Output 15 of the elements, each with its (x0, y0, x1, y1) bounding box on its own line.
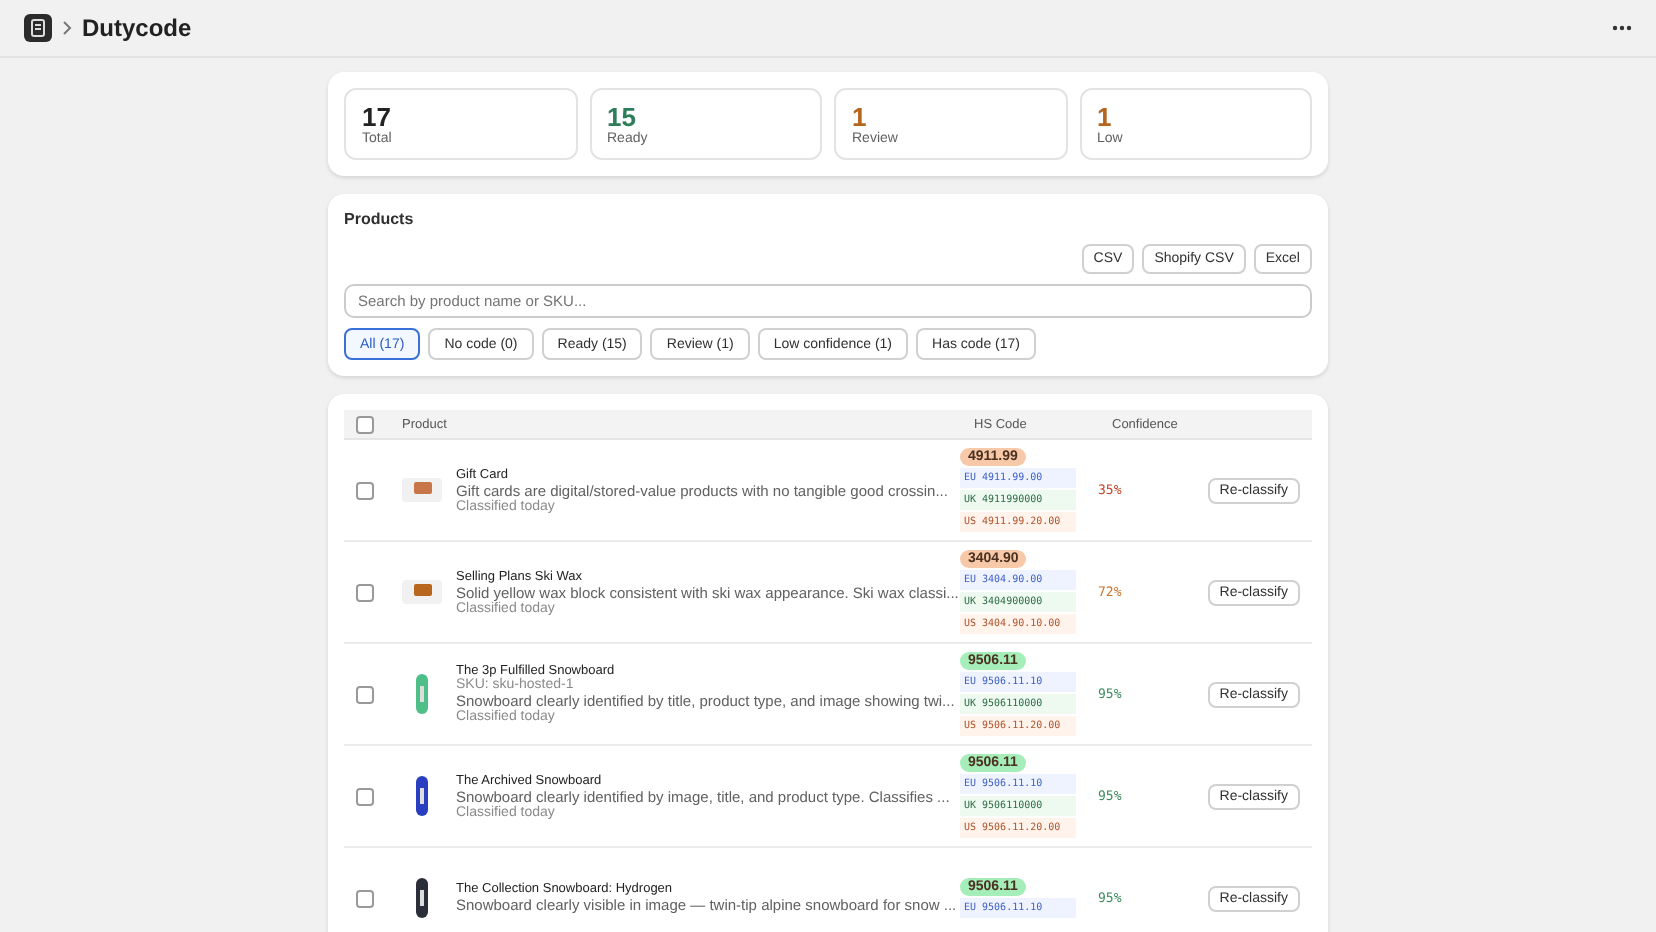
select-all-checkbox[interactable] (356, 415, 374, 433)
app-logo-icon (24, 14, 52, 42)
app-title: Dutycode (82, 14, 192, 42)
row-checkbox[interactable] (356, 481, 374, 499)
more-icon[interactable] (1612, 24, 1632, 32)
section-title: Products (344, 210, 416, 228)
stat-value: 1 (852, 103, 869, 131)
stat-value: 1 (1097, 103, 1114, 131)
row-checkbox[interactable] (356, 583, 374, 601)
row-checkbox[interactable] (356, 685, 374, 703)
row-checkbox[interactable] (356, 787, 374, 805)
stat-value: 15 (607, 103, 638, 131)
stat-value: 17 (362, 103, 393, 131)
row-checkbox[interactable] (356, 889, 374, 907)
chevron-icon (62, 20, 72, 36)
